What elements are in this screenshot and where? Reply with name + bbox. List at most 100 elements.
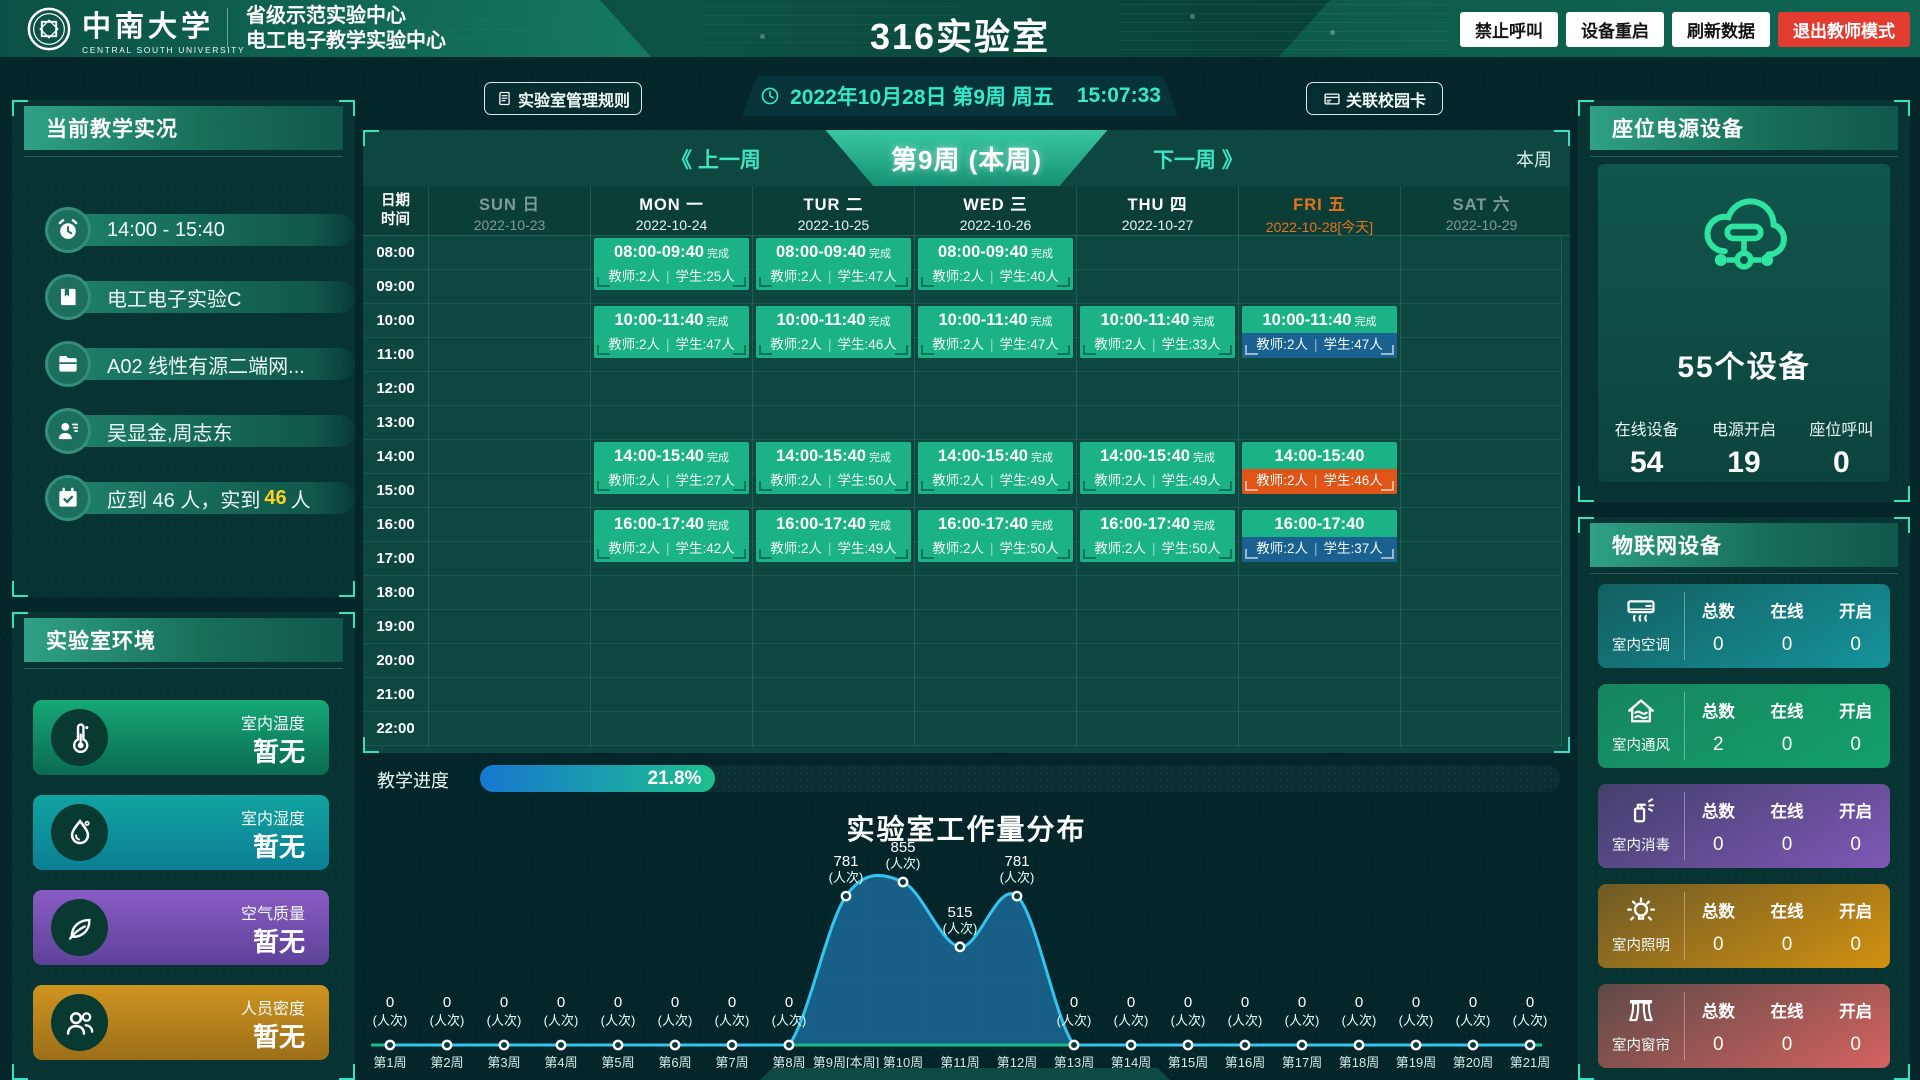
exit-teacher-mode-button[interactable]: 退出教师模式 [1778, 12, 1910, 47]
class-teachers: 教师:2人 [1094, 337, 1146, 352]
class-block[interactable]: 10:00-11:40完成教师:2人|学生:47人 [918, 306, 1073, 358]
chart-x-label: 第10周 [883, 1055, 923, 1070]
teacher-icon [55, 418, 81, 444]
people-icon [63, 1006, 97, 1040]
chart-x-label: 第18周 [1339, 1055, 1379, 1070]
forbid-call-button[interactable]: 禁止呼叫 [1460, 12, 1558, 47]
chart-value-label: 0 [1469, 994, 1477, 1011]
class-students: 学生:49人 [1162, 473, 1221, 488]
teaching-item-suffix: 人 [291, 484, 311, 513]
chart-point [842, 892, 850, 900]
footer-decoration [760, 1068, 1170, 1080]
class-time: 16:00-17:40 [1275, 515, 1365, 533]
chart-x-label: 第7周 [715, 1055, 748, 1070]
class-time: 16:00-17:40 [614, 515, 704, 533]
iot-metric-value: 0 [1821, 834, 1890, 856]
class-block[interactable]: 14:00-15:40完成教师:2人|学生:49人 [1080, 442, 1235, 494]
class-time: 10:00-11:40 [615, 311, 704, 329]
env-icon-circle [51, 709, 108, 766]
chart-value-label: 0 [443, 994, 451, 1011]
teaching-item-pill: 应到 46 人，实到 46 人 [69, 482, 355, 514]
alarm-clock-icon [55, 217, 81, 243]
class-block[interactable]: 14:00-15:40完成教师:2人|学生:50人 [756, 442, 911, 494]
iot-metrics: 总数2在线0开启0 [1684, 684, 1890, 768]
iot-metric-0: 总数0 [1684, 584, 1753, 668]
teaching-item-icon-circle [45, 207, 91, 253]
hour-label: 17:00 [363, 542, 428, 576]
seat-stat-2: 座位呼叫0 [1793, 416, 1890, 480]
iot-device: 室内消毒 [1598, 784, 1684, 868]
calendar-check-icon [55, 485, 81, 511]
progress-track: 21.8% [480, 765, 1560, 792]
book-icon [55, 284, 81, 310]
class-block[interactable]: 10:00-11:40完成教师:2人|学生:47人 [1242, 306, 1397, 358]
droplet-icon [63, 816, 97, 850]
class-block[interactable]: 16:00-17:40完成教师:2人|学生:42人 [594, 510, 749, 562]
class-block[interactable]: 08:00-09:40完成教师:2人|学生:47人 [756, 238, 911, 290]
iot-metric-header: 开启 [1821, 798, 1890, 822]
chart-unit-label: (人次) [1057, 1013, 1092, 1028]
class-block[interactable]: 10:00-11:40完成教师:2人|学生:46人 [756, 306, 911, 358]
seat-stat-label: 在线设备 [1598, 416, 1695, 440]
chart-point [1241, 1041, 1249, 1049]
teaching-item-pill: 14:00 - 15:40 [69, 214, 355, 246]
chart-value-label: 0 [1070, 994, 1078, 1011]
class-block[interactable]: 16:00-17:40完成教师:2人|学生:50人 [918, 510, 1073, 562]
class-teachers: 教师:2人 [1256, 337, 1308, 352]
teaching-item-icon-circle [45, 274, 91, 320]
chart-point [386, 1041, 394, 1049]
curtain-icon [1624, 994, 1658, 1028]
progress-value: 21.8% [648, 768, 702, 790]
env-card-0: 室内温度暂无 [33, 700, 329, 775]
campus-card-button[interactable]: 关联校园卡 [1306, 82, 1443, 115]
day-date: 2022-10-24 [591, 217, 752, 233]
device-restart-button[interactable]: 设备重启 [1566, 12, 1664, 47]
env-label: 室内温度 [241, 710, 305, 734]
class-block[interactable]: 10:00-11:40完成教师:2人|学生:47人 [594, 306, 749, 358]
class-block[interactable]: 08:00-09:40完成教师:2人|学生:25人 [594, 238, 749, 290]
iot-metric-2: 开启0 [1821, 684, 1890, 768]
lab-rules-button[interactable]: 实验室管理规则 [484, 82, 642, 115]
this-week-button[interactable]: 本周 [1516, 146, 1552, 172]
current-time: 15:07:33 [1077, 84, 1161, 108]
hour-label: 10:00 [363, 304, 428, 338]
class-block[interactable]: 10:00-11:40完成教师:2人|学生:33人 [1080, 306, 1235, 358]
class-students: 学生:50人 [1000, 541, 1059, 556]
prev-week-button[interactable]: 《 上一周 [671, 144, 761, 174]
refresh-data-button[interactable]: 刷新数据 [1672, 12, 1770, 47]
day-header-2: TUR 二2022-10-25 [752, 186, 914, 236]
chart-value-label: 855 [890, 839, 915, 856]
chart-unit-label: (人次) [829, 870, 864, 885]
next-week-button[interactable]: 下一周 》 [1153, 144, 1243, 174]
chart-x-label: 第4周 [544, 1055, 577, 1070]
iot-metric-value: 0 [1753, 634, 1822, 656]
id-card-icon [1323, 90, 1341, 108]
chart-value-label: 0 [386, 994, 394, 1011]
teaching-item-pill: 电工电子实验C [69, 281, 355, 313]
class-students: 学生:27人 [676, 473, 735, 488]
class-teachers: 教师:2人 [608, 473, 660, 488]
class-status: 完成 [707, 520, 729, 532]
class-block[interactable]: 08:00-09:40完成教师:2人|学生:40人 [918, 238, 1073, 290]
class-block[interactable]: 14:00-15:40教师:2人|学生:46人 [1242, 442, 1397, 494]
seat-stat-0: 在线设备54 [1598, 416, 1695, 480]
class-block[interactable]: 14:00-15:40完成教师:2人|学生:49人 [918, 442, 1073, 494]
air-conditioner-icon [1624, 594, 1658, 628]
class-block[interactable]: 16:00-17:40教师:2人|学生:37人 [1242, 510, 1397, 562]
hour-label: 09:00 [363, 270, 428, 304]
class-teachers: 教师:2人 [1256, 473, 1308, 488]
current-week-tab[interactable]: 第9周 (本周) [826, 130, 1108, 186]
class-teachers: 教师:2人 [932, 269, 984, 284]
class-block[interactable]: 14:00-15:40完成教师:2人|学生:27人 [594, 442, 749, 494]
device-total: 55个设备 [1598, 342, 1890, 386]
class-block[interactable]: 16:00-17:40完成教师:2人|学生:49人 [756, 510, 911, 562]
light-icon [1624, 894, 1658, 928]
environment-title: 实验室环境 [24, 618, 343, 662]
teaching-item-pill: A02 线性有源二端网... [69, 348, 355, 380]
iot-metric-value: 0 [1753, 934, 1822, 956]
chart-unit-label: (人次) [1171, 1013, 1206, 1028]
class-block[interactable]: 16:00-17:40完成教师:2人|学生:50人 [1080, 510, 1235, 562]
class-time: 08:00-09:40 [938, 243, 1028, 261]
chart-x-label: 第15周 [1168, 1055, 1208, 1070]
iot-device: 室内照明 [1598, 884, 1684, 968]
